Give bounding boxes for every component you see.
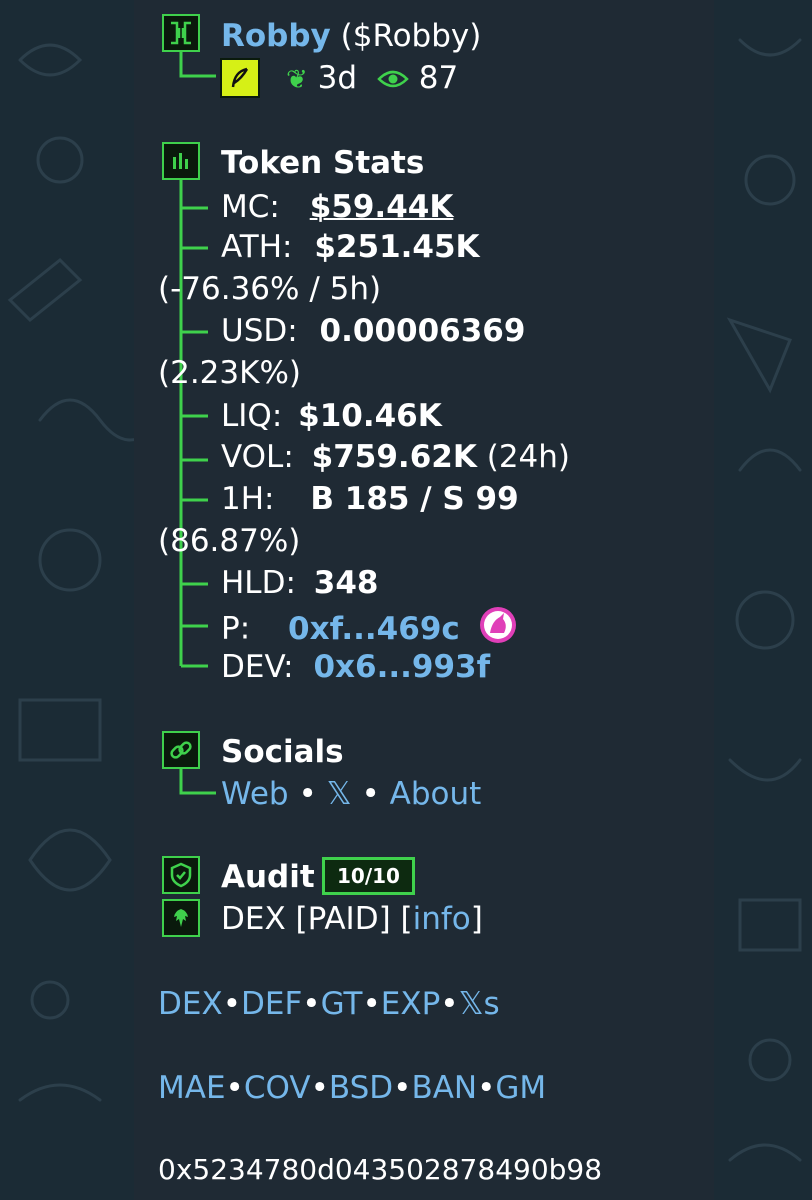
audit-score: 10/10 [337, 864, 400, 888]
links-row-1: DEX•DEF•GT•EXP•𝕏s [158, 984, 500, 1024]
usd-label: USD: [221, 313, 298, 349]
vol-value: $759.62K [311, 439, 477, 475]
links-row-2: MAE•COV•BSD•BAN•GM [158, 1068, 546, 1108]
separator: • [225, 1070, 244, 1106]
ath-label: ATH: [221, 229, 293, 265]
pair-address-link[interactable]: 0xf...469c [288, 611, 460, 647]
bar-chart-icon [162, 142, 200, 180]
mae-link[interactable]: MAE [158, 1070, 226, 1106]
audit-title: Audit [221, 859, 315, 895]
exp-link[interactable]: EXP [381, 986, 441, 1022]
liq-label: LIQ: [221, 398, 283, 434]
stat-hld: HLD: 348 [221, 563, 378, 603]
token-badge-icon [162, 14, 200, 52]
cov-link[interactable]: COV [244, 1070, 311, 1106]
eagle-icon [162, 899, 200, 937]
token-ticker: ($Robby) [340, 18, 482, 54]
ath-value: $251.45K [314, 229, 480, 265]
usd-change: (2.23K%) [158, 355, 301, 391]
info-link[interactable]: info [413, 901, 471, 937]
def-link[interactable]: DEF [241, 986, 302, 1022]
stat-vol: VOL: $759.62K (24h) [221, 437, 570, 477]
views-value: 87 [418, 60, 459, 96]
shield-check-icon [162, 856, 200, 894]
dex-audit-line: DEX [PAID] [info] [221, 899, 483, 939]
x-link[interactable]: 𝕏 [327, 776, 352, 812]
separator: • [302, 986, 321, 1022]
separator: • [362, 986, 381, 1022]
usd-value: 0.00006369 [319, 313, 526, 349]
separator: • [477, 1070, 496, 1106]
web-link[interactable]: Web [221, 776, 289, 812]
separator: • [310, 1070, 329, 1106]
header-meta: ❦ 3d 87 [286, 58, 458, 100]
dex-link[interactable]: DEX [158, 986, 223, 1022]
mc-value[interactable]: $59.44K [310, 189, 454, 225]
liq-value: $10.46K [298, 398, 442, 434]
audit-score-badge: 10/10 [322, 857, 415, 895]
p-label: P: [221, 610, 251, 647]
separator: • [361, 776, 380, 812]
separator: • [222, 986, 241, 1022]
header-title: Robby ($Robby) [221, 16, 481, 56]
mc-label: MC: [221, 189, 280, 225]
stat-mc: MC: $59.44K [221, 187, 453, 227]
contract-address[interactable]: 0x5234780d043502878490b98 [158, 1150, 602, 1190]
eye-icon [377, 60, 409, 100]
stat-liq: LIQ: $10.46K [221, 396, 442, 436]
separator: • [393, 1070, 412, 1106]
h1-value: B 185 / S 99 [310, 481, 519, 517]
feather-pen-icon [220, 58, 260, 98]
hld-label: HLD: [221, 565, 296, 601]
gt-link[interactable]: GT [321, 986, 363, 1022]
stats-title: Token Stats [221, 145, 425, 181]
ban-link[interactable]: BAN [411, 1070, 477, 1106]
age-value: 3d [317, 60, 358, 96]
h1-ratio: (86.87%) [158, 523, 301, 559]
stat-1h: 1H: B 185 / S 99 [221, 479, 519, 519]
gm-link[interactable]: GM [495, 1070, 546, 1106]
socials-links: Web • 𝕏 • About [221, 774, 481, 814]
dex-paid-text: DEX [PAID] [ [221, 901, 413, 937]
hld-value: 348 [313, 565, 379, 601]
stat-ath: ATH: $251.45K [221, 227, 480, 267]
sprout-icon: ❦ [286, 65, 308, 95]
dex-close-bracket: ] [470, 901, 483, 937]
token-name-link[interactable]: Robby [221, 18, 331, 54]
dev-address-link[interactable]: 0x6...993f [313, 649, 490, 685]
separator: • [440, 986, 459, 1022]
socials-title: Socials [221, 734, 344, 770]
bsd-link[interactable]: BSD [329, 1070, 393, 1106]
stat-dev: DEV: 0x6...993f [221, 647, 490, 687]
about-link[interactable]: About [390, 776, 482, 812]
vol-period: (24h) [486, 439, 571, 475]
h1-label: 1H: [221, 481, 275, 517]
link-icon [162, 731, 200, 769]
vol-label: VOL: [221, 439, 294, 475]
ath-change: (-76.36% / 5h) [158, 271, 382, 307]
dev-label: DEV: [221, 649, 294, 685]
x-search-link[interactable]: 𝕏s [459, 986, 500, 1022]
stat-usd: USD: 0.00006369 [221, 311, 525, 351]
separator: • [298, 776, 317, 812]
